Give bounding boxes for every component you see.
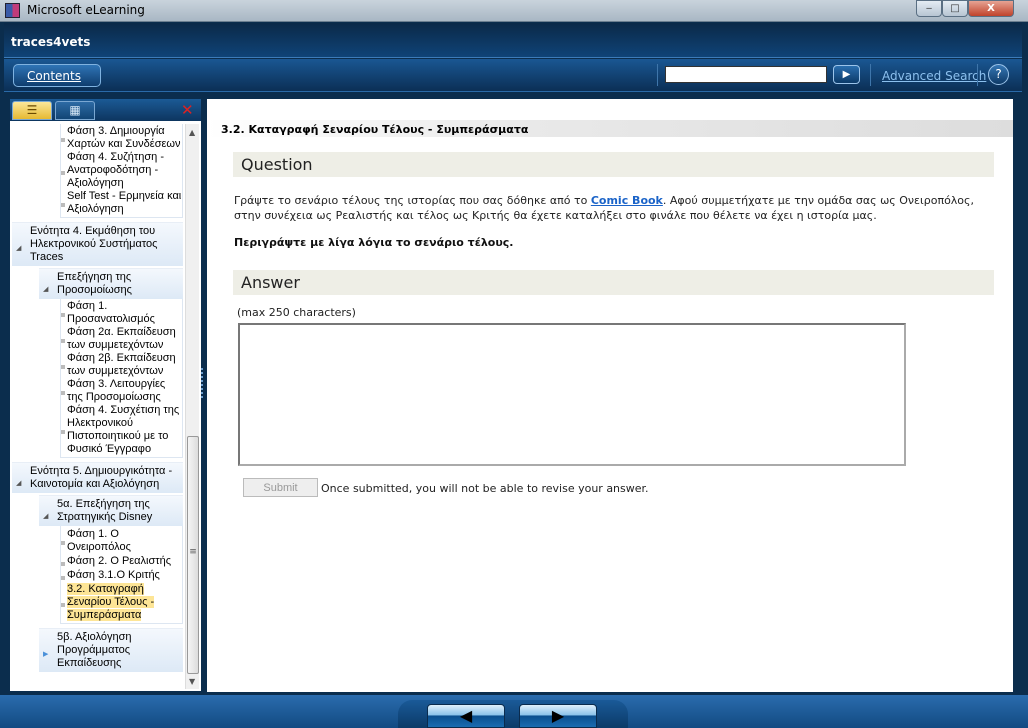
search-go-button[interactable]: ▶ (833, 65, 860, 84)
content-pane: 3.2. Καταγραφή Σεναρίου Τέλους - Συμπερά… (207, 99, 1013, 692)
footer-nav: ◀ ▶ (0, 695, 1028, 728)
tree-unit-5a[interactable]: ◢ 5α. Επεξήγηση της Στρατηγικής Disney (39, 495, 183, 526)
collapse-triangle-icon[interactable]: ◢ (16, 477, 21, 490)
collapse-triangle-icon[interactable]: ◢ (16, 242, 21, 255)
tree-leaf[interactable]: Φάση 4. Συζήτηση - Ανατροφοδότηση - Αξιο… (61, 151, 182, 190)
comic-book-link[interactable]: Comic Book (591, 194, 663, 207)
window-title-bar: Microsoft eLearning ‒ □ X (0, 0, 1028, 22)
close-window-button[interactable]: X (968, 0, 1014, 17)
course-title: traces4vets (11, 35, 91, 49)
minimize-button[interactable]: ‒ (916, 0, 942, 17)
toolbar-divider (870, 64, 871, 86)
sidebar-tabs: ☰ ▦ ✕ (10, 99, 201, 121)
advanced-search-link[interactable]: Advanced Search (882, 69, 986, 83)
tree-unit-5[interactable]: ◢ Ενότητα 5. Δημιουργικότητα - Καινοτομία… (12, 462, 183, 493)
toolbar-divider (977, 64, 978, 86)
contents-tree: Φάση 3. Δημιουργία Χαρτών και Συνδέσεων … (12, 124, 183, 672)
answer-heading: Answer (233, 270, 994, 295)
collapse-triangle-icon[interactable]: ◢ (43, 283, 48, 296)
scroll-down-icon[interactable]: ▼ (189, 677, 195, 686)
max-characters-note: (max 250 characters) (237, 306, 356, 319)
tree-leaf[interactable]: Φάση 2β. Εκπαίδευση των συμμετεχόντων (61, 352, 182, 378)
tree-leaf[interactable]: Φάση 1. Ο Ονειροπόλος (61, 528, 182, 554)
tree-leaf[interactable]: Φάση 4. Συσχέτιση της Ηλεκτρονικού Πιστο… (61, 404, 182, 456)
answer-textarea[interactable] (238, 323, 906, 466)
search-input[interactable] (665, 66, 827, 83)
tree-leaf[interactable]: Φάση 1. Προσανατολισμός (61, 300, 182, 326)
question-prompt: Περιγράψτε με λίγα λόγια το σενάριο τέλο… (234, 236, 514, 249)
tree-leaf[interactable]: Φάση 3. Δημιουργία Χαρτών και Συνδέσεων (61, 125, 182, 151)
course-header: traces4vets (4, 23, 1022, 58)
scrollbar-thumb[interactable]: ≡ (187, 436, 199, 674)
close-sidebar-icon[interactable]: ✕ (181, 101, 194, 119)
sidebar-scrollbar[interactable]: ▲ ≡ ▼ (185, 124, 199, 689)
tab-grid-view[interactable]: ▦ (55, 101, 95, 120)
tree-unit-4[interactable]: ◢ Ενότητα 4. Εκμάθηση του Ηλεκτρονικού Συ… (12, 222, 183, 266)
tree-leaf[interactable]: Φάση 2α. Εκπαίδευση των συμμετεχόντων (61, 326, 182, 352)
collapse-triangle-icon[interactable]: ◢ (43, 510, 48, 523)
toolbar-divider (657, 64, 658, 86)
tree-unit-5b[interactable]: ▶ 5β. Αξιολόγηση Προγράμματος Εκπαίδευσης (39, 628, 183, 672)
tab-list-view[interactable]: ☰ (12, 101, 52, 120)
tree-leaf[interactable]: Φάση 3. Λειτουργίες της Προσομοίωσης (61, 378, 182, 404)
topic-title: 3.2. Καταγραφή Σεναρίου Τέλους - Συμπερά… (207, 120, 1013, 137)
maximize-button[interactable]: □ (942, 0, 968, 17)
contents-button[interactable]: Contents (13, 64, 101, 87)
window-title: Microsoft eLearning (27, 3, 145, 17)
tree-leaf[interactable]: Φάση 2. Ο Ρεαλιστής (61, 555, 182, 568)
scroll-up-icon[interactable]: ▲ (189, 128, 195, 137)
contents-sidebar: ☰ ▦ ✕ Φάση 3. Δημιουργία Χαρτών και Συνδ… (10, 99, 201, 691)
submit-note: Once submitted, you will not be able to … (321, 482, 649, 495)
pane-splitter-handle[interactable] (201, 368, 205, 398)
tree-leaf-selected[interactable]: 3.2. Καταγραφή Σεναρίου Τέλους - Συμπερά… (61, 583, 182, 622)
toolbar: Contents ▶ Advanced Search ? (4, 59, 1022, 92)
next-page-button[interactable]: ▶ (519, 704, 597, 728)
help-button[interactable]: ? (988, 64, 1009, 85)
tree-leaf[interactable]: Self Test - Ερμηνεία και Αξιολόγηση (61, 190, 182, 216)
expand-triangle-icon[interactable]: ▶ (43, 648, 48, 661)
app-icon (5, 3, 20, 18)
tree-leaf[interactable]: Φάση 3.1.Ο Κριτής (61, 569, 182, 582)
question-heading: Question (233, 152, 994, 177)
previous-page-button[interactable]: ◀ (427, 704, 505, 728)
tree-unit-4-section[interactable]: ◢ Επεξήγηση της Προσομοίωσης (39, 268, 183, 299)
question-text: Γράψτε το σενάριο τέλους της ιστορίας πο… (234, 194, 974, 222)
submit-button[interactable]: Submit (243, 478, 318, 497)
